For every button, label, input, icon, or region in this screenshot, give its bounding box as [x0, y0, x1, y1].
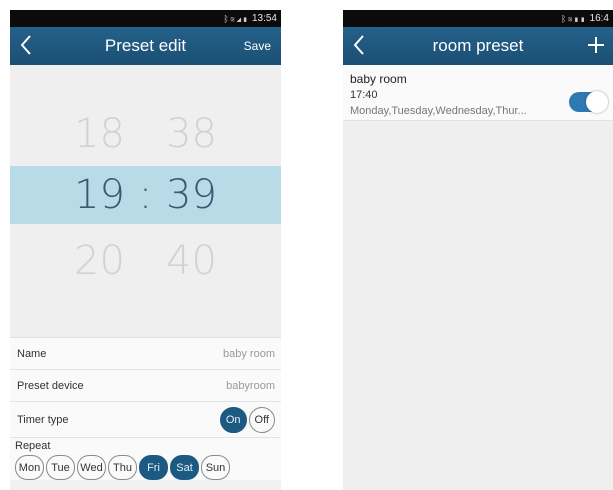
hour-selected[interactable]: 19: [64, 172, 136, 218]
day-mon-button[interactable]: Mon: [15, 455, 44, 480]
device-label: Preset device: [17, 379, 84, 392]
page-title: room preset: [432, 36, 524, 55]
timer-label: Timer type: [17, 413, 69, 426]
day-sun-button[interactable]: Sun: [201, 455, 230, 480]
chevron-left-icon[interactable]: [349, 32, 371, 58]
hour-above[interactable]: 18: [64, 111, 136, 157]
preset-list-item[interactable]: baby room 17:40 Monday,Tuesday,Wednesday…: [343, 65, 613, 121]
navbar: room preset: [343, 27, 613, 65]
minute-above[interactable]: 38: [156, 111, 228, 157]
preset-edit-screen: ᛒ≋◢▮ 13:54 Preset edit Save 18 38 19 : 3…: [10, 10, 281, 490]
picker-row-selected[interactable]: 19 : 39: [10, 166, 281, 224]
name-label: Name: [17, 347, 47, 360]
minute-below[interactable]: 40: [156, 238, 228, 284]
plus-icon[interactable]: [585, 33, 607, 57]
day-tue-button[interactable]: Tue: [46, 455, 75, 480]
name-row[interactable]: Name baby room: [10, 337, 281, 369]
time-separator: :: [138, 172, 153, 218]
name-field[interactable]: baby room: [223, 348, 275, 360]
page-title: Preset edit: [104, 36, 187, 55]
preset-form: Name baby room Preset device babyroom Ti…: [10, 337, 281, 480]
status-time: 13:54: [251, 13, 277, 24]
timer-toggle: On Off: [219, 406, 275, 433]
hour-below[interactable]: 20: [64, 238, 136, 284]
time-picker[interactable]: 18 38 19 : 39 20 40: [10, 65, 281, 340]
preset-enable-toggle[interactable]: [569, 91, 608, 113]
timer-off-button[interactable]: Off: [248, 406, 275, 433]
device-field[interactable]: babyroom: [226, 380, 275, 392]
preset-days: Monday,Tuesday,Wednesday,Thur...: [350, 105, 527, 117]
save-button[interactable]: Save: [244, 39, 271, 53]
day-sat-button[interactable]: Sat: [170, 455, 199, 480]
status-time: 16:4: [589, 13, 609, 24]
toggle-knob: [586, 91, 608, 113]
status-icons: ᛒ≋◢▮: [223, 13, 249, 24]
picker-row-above[interactable]: 18 38: [10, 105, 281, 163]
day-thu-button[interactable]: Thu: [108, 455, 137, 480]
day-selector: Mon Tue Wed Thu Fri Sat Sun: [15, 455, 281, 480]
device-row[interactable]: Preset device babyroom: [10, 369, 281, 401]
status-bar: ᛒ≋◢▮ 13:54: [10, 10, 281, 27]
preset-name: baby room: [350, 72, 407, 86]
minute-selected[interactable]: 39: [156, 172, 228, 218]
timer-row: Timer type On Off: [10, 401, 281, 437]
repeat-label: Repeat: [15, 440, 51, 452]
navbar: Preset edit Save: [10, 27, 281, 65]
day-wed-button[interactable]: Wed: [77, 455, 106, 480]
repeat-section: Repeat Mon Tue Wed Thu Fri Sat Sun: [10, 437, 281, 480]
preset-time: 17:40: [350, 89, 378, 101]
status-bar: ᛒ≋▮▮ 16:4: [343, 10, 613, 27]
timer-on-button[interactable]: On: [219, 406, 247, 433]
room-preset-screen: ᛒ≋▮▮ 16:4 room preset baby room 17:40 Mo…: [343, 10, 613, 490]
status-icons: ᛒ≋▮▮: [560, 13, 587, 24]
picker-row-below[interactable]: 20 40: [10, 232, 281, 290]
day-fri-button[interactable]: Fri: [139, 455, 168, 480]
chevron-left-icon[interactable]: [16, 32, 38, 58]
